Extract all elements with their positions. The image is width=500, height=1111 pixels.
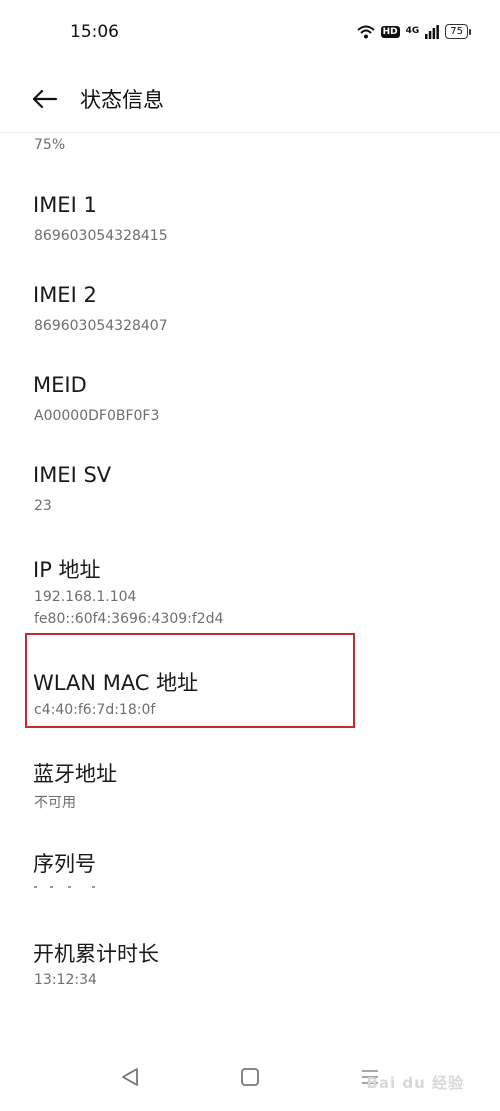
highlight-box — [25, 633, 355, 728]
item-title: IMEI 2 — [33, 283, 97, 307]
page-title: 状态信息 — [80, 88, 164, 112]
item-title: IP 地址 — [33, 558, 101, 582]
partial-item-value: 75% — [34, 137, 66, 153]
item-title: 蓝牙地址 — [33, 762, 117, 786]
item-value: 192.168.1.104 — [34, 589, 137, 605]
item-value: A00000DF0BF0F3 — [34, 408, 160, 424]
item-title: IMEI SV — [33, 463, 112, 487]
back-triangle-icon[interactable] — [108, 1057, 152, 1097]
item-title: 序列号 — [33, 852, 96, 876]
top-app-bar: 状态信息 — [0, 66, 500, 133]
status-bar: 15:06 HD 4G 75 — [0, 0, 500, 66]
item-value: 不可用 — [34, 795, 76, 811]
item-value: 13:12:34 — [34, 972, 97, 988]
item-value: 23 — [34, 498, 52, 514]
watermark: Bai du 经验 — [366, 1074, 464, 1092]
item-value: 869603054328415 — [34, 228, 168, 244]
wifi-icon — [356, 25, 375, 38]
redacted-serial — [34, 880, 114, 894]
navigation-bar: Bai du 经验 — [0, 1045, 500, 1111]
signal-icon — [425, 24, 440, 39]
status-icons: HD 4G 75 — [356, 24, 471, 39]
item-title: 开机累计时长 — [33, 942, 159, 966]
back-arrow-icon[interactable] — [28, 82, 62, 116]
item-title: MEID — [33, 373, 87, 397]
hd-badge: HD — [380, 25, 400, 38]
item-value: 869603054328407 — [34, 318, 168, 334]
status-time: 15:06 — [70, 22, 119, 42]
network-type: 4G — [405, 26, 420, 36]
item-value-secondary: fe80::60f4:3696:4309:f2d4 — [34, 611, 224, 627]
home-square-icon[interactable] — [228, 1057, 272, 1097]
item-title: IMEI 1 — [33, 193, 97, 217]
battery-icon: 75 — [445, 24, 471, 39]
